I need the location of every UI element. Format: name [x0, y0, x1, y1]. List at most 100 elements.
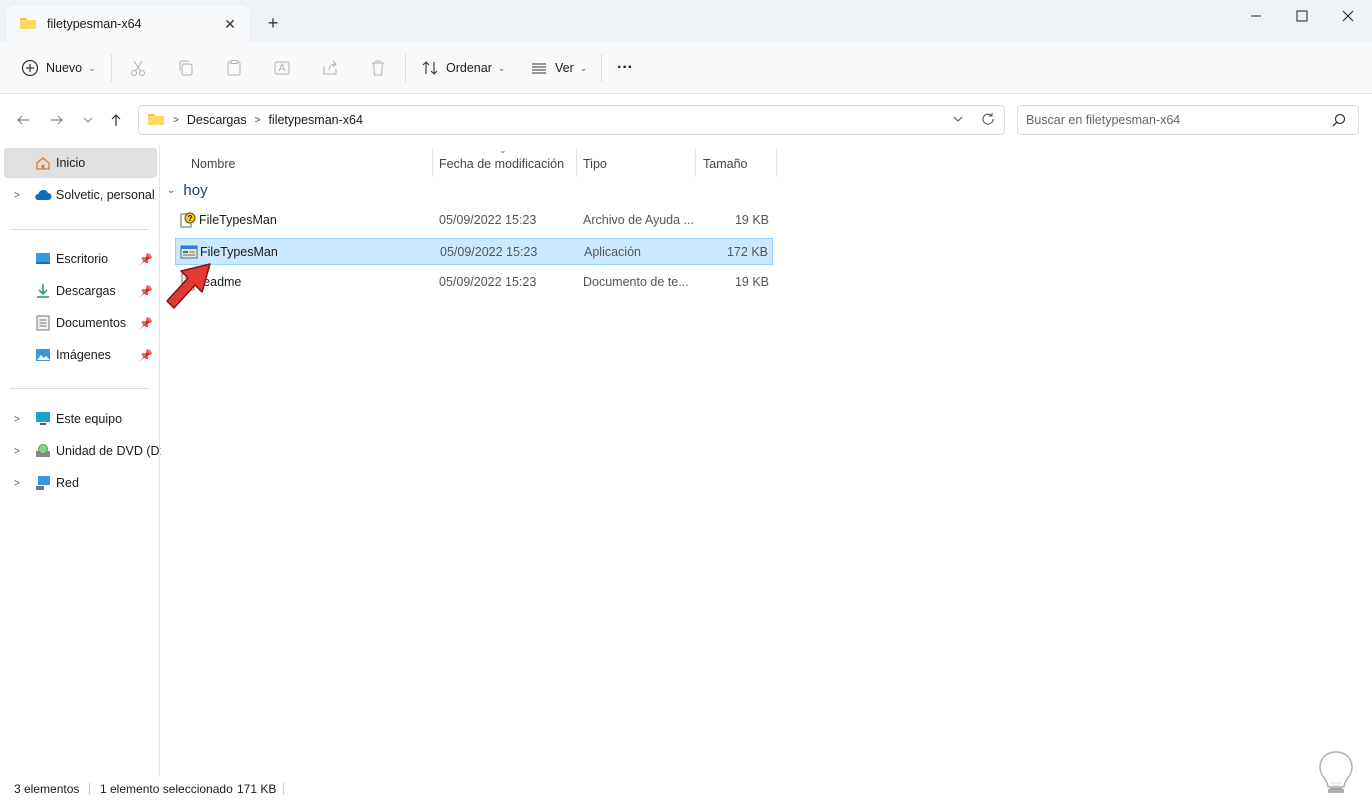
- column-divider[interactable]: [776, 149, 777, 177]
- breadcrumb-descargas[interactable]: Descargas: [187, 113, 247, 127]
- pin-icon[interactable]: 📌: [139, 285, 153, 298]
- more-options-button[interactable]: ···: [617, 52, 633, 84]
- back-arrow-icon[interactable]: [12, 109, 34, 131]
- sidebar-item-este-equipo[interactable]: > Este equipo: [4, 404, 157, 434]
- sidebar-item-label: Solvetic, personal: [56, 188, 155, 202]
- new-button[interactable]: Nuevo ⌄: [20, 52, 96, 84]
- copy-button[interactable]: [176, 52, 196, 84]
- sidebar-item-inicio[interactable]: Inicio: [4, 148, 157, 178]
- computer-icon: [34, 410, 52, 428]
- file-row-filetypesman-help[interactable]: ? FileTypesMan 05/09/2022 15:23 Archivo …: [175, 207, 773, 234]
- new-label: Nuevo: [46, 61, 83, 75]
- trash-icon: [368, 58, 388, 78]
- sidebar-divider: [10, 388, 149, 389]
- chevron-down-icon: ⌄: [579, 62, 588, 73]
- download-icon: [34, 282, 52, 300]
- chevron-right-icon[interactable]: >: [14, 190, 20, 201]
- toolbar-divider: [111, 54, 112, 82]
- network-icon: [34, 474, 52, 492]
- sort-button[interactable]: Ordenar ⌄: [420, 52, 505, 84]
- scissors-icon: [128, 58, 148, 78]
- column-header-name[interactable]: Nombre: [191, 149, 235, 179]
- toolbar-divider: [601, 54, 602, 82]
- sidebar-item-imagenes[interactable]: Imágenes 📌: [4, 340, 157, 370]
- up-arrow-icon[interactable]: [105, 109, 127, 131]
- selection-info: 1 elemento seleccionado: [100, 782, 233, 796]
- delete-button[interactable]: [368, 52, 388, 84]
- column-divider[interactable]: [695, 149, 696, 177]
- maximize-icon[interactable]: [1279, 0, 1325, 32]
- item-count: 3 elementos: [14, 782, 80, 796]
- file-row-filetypesman-app[interactable]: FileTypesMan 05/09/2022 15:23 Aplicación…: [175, 238, 773, 265]
- minimize-icon[interactable]: [1233, 0, 1279, 32]
- share-button[interactable]: [320, 52, 340, 84]
- group-header-today[interactable]: ⌄ hoy: [167, 182, 208, 199]
- cut-button[interactable]: [128, 52, 148, 84]
- chevron-right-icon[interactable]: >: [14, 478, 20, 489]
- sort-indicator-icon: ⌄: [499, 145, 507, 155]
- sidebar-item-escritorio[interactable]: Escritorio 📌: [4, 244, 157, 274]
- solvetic-logo-icon: [1319, 751, 1353, 793]
- sidebar-item-descargas[interactable]: Descargas 📌: [4, 276, 157, 306]
- search-box[interactable]: [1017, 105, 1359, 135]
- sidebar-item-red[interactable]: > Red: [4, 468, 157, 498]
- sidebar-divider: [10, 229, 149, 230]
- status-divider: [283, 783, 284, 795]
- help-file-icon: ?: [179, 211, 197, 229]
- file-row-readme[interactable]: readme 05/09/2022 15:23 Documento de te.…: [175, 269, 773, 296]
- view-label: Ver: [555, 61, 574, 75]
- dvd-drive-icon: [34, 442, 52, 460]
- refresh-icon[interactable]: [981, 112, 995, 129]
- paste-button[interactable]: [224, 52, 244, 84]
- file-list: Nombre Fecha de modificación ⌄ Tipo Tama…: [161, 145, 1372, 777]
- address-bar[interactable]: > Descargas > filetypesman-x64: [138, 105, 1005, 135]
- close-tab-icon[interactable]: ✕: [221, 15, 239, 33]
- pin-icon[interactable]: 📌: [139, 253, 153, 266]
- column-header-type[interactable]: Tipo: [583, 149, 607, 179]
- tab-filetypesman[interactable]: filetypesman-x64 ✕: [7, 6, 249, 42]
- recent-locations-chevron-icon[interactable]: [77, 109, 99, 131]
- forward-arrow-icon[interactable]: [46, 109, 68, 131]
- chevron-right-icon[interactable]: >: [14, 446, 20, 457]
- close-window-icon[interactable]: [1325, 0, 1371, 32]
- sidebar-item-label: Red: [56, 476, 79, 490]
- rename-icon: [272, 58, 292, 78]
- pictures-icon: [34, 346, 52, 364]
- pin-icon[interactable]: 📌: [139, 317, 153, 330]
- file-name: FileTypesMan: [199, 213, 277, 227]
- folder-icon: [19, 15, 37, 34]
- column-divider[interactable]: [432, 149, 433, 177]
- breadcrumb-filetypesman-x64[interactable]: filetypesman-x64: [268, 113, 363, 127]
- sidebar-item-dvd[interactable]: > Unidad de DVD (D:): [4, 436, 167, 466]
- home-icon: [34, 154, 52, 172]
- cloud-icon: [34, 186, 52, 204]
- search-icon[interactable]: [1332, 113, 1346, 130]
- address-dropdown-icon[interactable]: [952, 113, 964, 128]
- chevron-down-icon: ⌄: [497, 62, 506, 73]
- file-date: 05/09/2022 15:23: [439, 213, 537, 227]
- command-bar: Nuevo ⌄ Ordenar ⌄ Ver ⌄ ···: [0, 42, 1372, 94]
- sidebar-item-label: Este equipo: [56, 412, 123, 426]
- pin-icon[interactable]: 📌: [139, 349, 153, 362]
- documents-icon: [34, 314, 52, 332]
- new-tab-button[interactable]: +: [262, 12, 284, 34]
- chevron-right-icon[interactable]: >: [14, 414, 20, 425]
- search-input[interactable]: [1026, 113, 1316, 127]
- sidebar-item-label: Documentos: [56, 316, 127, 330]
- file-date: 05/09/2022 15:23: [439, 275, 537, 289]
- clipboard-icon: [224, 58, 244, 78]
- sort-label: Ordenar: [446, 61, 492, 75]
- group-label: hoy: [183, 182, 208, 199]
- chevron-down-icon: ⌄: [167, 185, 176, 196]
- share-icon: [320, 58, 340, 78]
- sidebar-item-label: Descargas: [56, 284, 116, 298]
- view-button[interactable]: Ver ⌄: [529, 52, 587, 84]
- column-divider[interactable]: [576, 149, 577, 177]
- sidebar-item-documentos[interactable]: Documentos 📌: [4, 308, 157, 338]
- pointer-arrow-icon: [166, 263, 211, 309]
- sidebar-item-solvetic-personal[interactable]: > Solvetic, personal: [4, 180, 157, 210]
- status-bar: 3 elementos 1 elemento seleccionado 171 …: [0, 777, 1372, 801]
- column-header-size[interactable]: Tamaño: [703, 149, 747, 179]
- rename-button[interactable]: [272, 52, 292, 84]
- file-size: 19 KB: [734, 213, 769, 227]
